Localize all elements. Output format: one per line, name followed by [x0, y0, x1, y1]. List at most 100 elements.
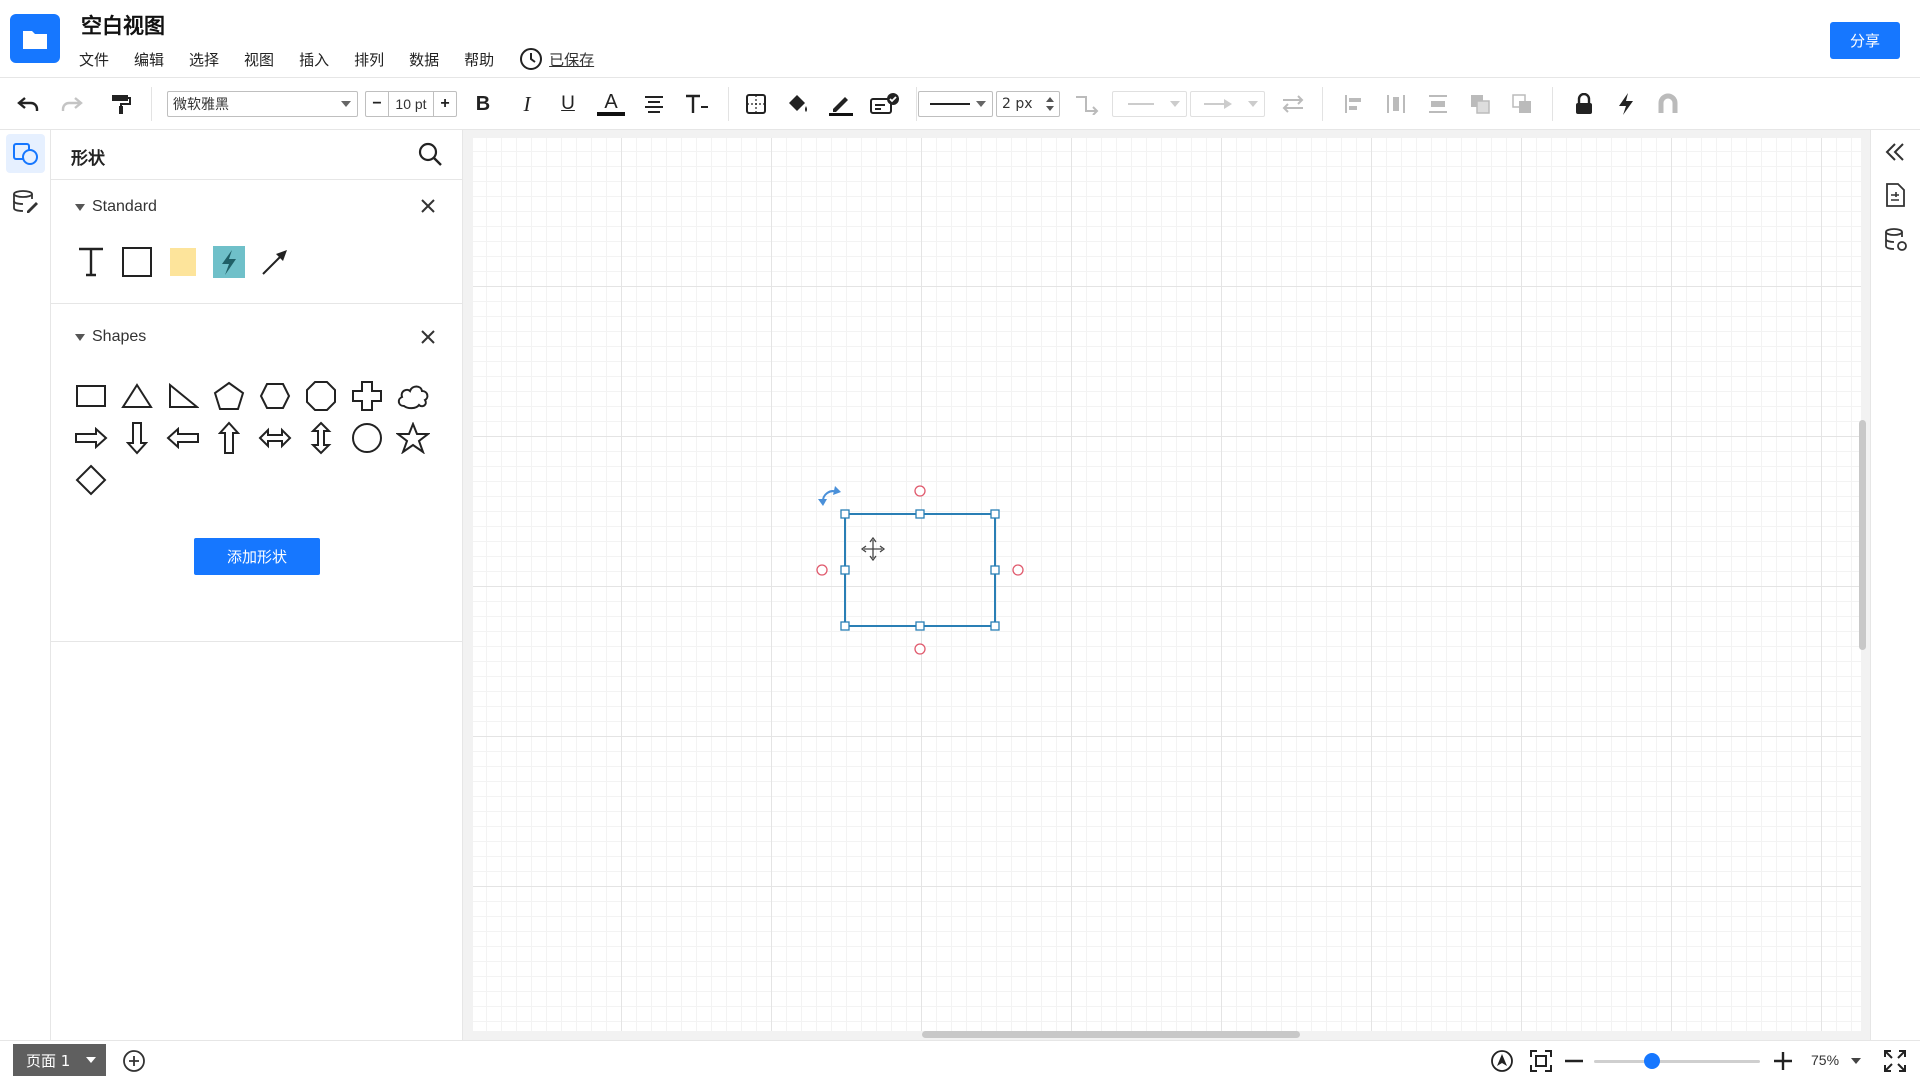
- undo-icon[interactable]: [14, 91, 42, 117]
- vertical-scrollbar[interactable]: [1859, 420, 1866, 650]
- up-arrow-icon[interactable]: [211, 420, 247, 456]
- distribute-vertical-icon[interactable]: [1424, 91, 1452, 117]
- font-size-value[interactable]: 10 pt: [388, 92, 434, 116]
- canvas-area[interactable]: [463, 130, 1870, 1040]
- text-icon[interactable]: [73, 244, 109, 280]
- cloud-icon[interactable]: [395, 378, 431, 414]
- right-triangle-icon[interactable]: [165, 378, 201, 414]
- line-style-select[interactable]: [918, 91, 993, 117]
- bold-button[interactable]: B: [470, 91, 496, 117]
- section-header-shapes[interactable]: Shapes: [75, 328, 146, 346]
- zoom-slider[interactable]: [1594, 1060, 1760, 1063]
- menu-help[interactable]: 帮助: [464, 49, 494, 70]
- saved-status[interactable]: 已保存: [519, 47, 594, 71]
- lock-icon[interactable]: [1570, 91, 1598, 117]
- rectangle-icon[interactable]: [73, 378, 109, 414]
- arrow-line-icon[interactable]: [257, 244, 293, 280]
- horizontal-scrollbar[interactable]: [922, 1031, 1300, 1038]
- bring-to-front-icon[interactable]: [1466, 91, 1494, 117]
- zoom-slider-handle[interactable]: [1644, 1053, 1661, 1069]
- add-shape-button[interactable]: 添加形状: [194, 538, 320, 575]
- menu-data[interactable]: 数据: [409, 49, 439, 70]
- line-color-icon[interactable]: [826, 91, 856, 117]
- search-icon[interactable]: [417, 141, 443, 167]
- font-color-button[interactable]: A: [596, 91, 626, 117]
- swap-direction-icon[interactable]: [1278, 91, 1308, 117]
- connector-type-icon[interactable]: [1072, 91, 1102, 117]
- line-width-select[interactable]: 2 px: [996, 91, 1060, 117]
- page-settings-icon[interactable]: [1884, 182, 1906, 208]
- down-arrow-icon[interactable]: [119, 420, 155, 456]
- distribute-horizontal-icon[interactable]: [1382, 91, 1410, 117]
- lightning-icon[interactable]: [1612, 91, 1640, 117]
- chevron-down-icon[interactable]: [86, 1057, 96, 1063]
- fill-color-icon[interactable]: [784, 91, 812, 117]
- fullscreen-icon[interactable]: [1883, 1049, 1907, 1073]
- format-painter-icon[interactable]: [106, 91, 134, 117]
- menu-arrange[interactable]: 排列: [354, 49, 384, 70]
- document-title[interactable]: 空白视图: [81, 10, 165, 40]
- menu-edit[interactable]: 编辑: [134, 49, 164, 70]
- font-family-select[interactable]: 微软雅黑: [167, 91, 358, 117]
- line-start-select[interactable]: [1112, 91, 1187, 117]
- align-left-icon[interactable]: [1340, 91, 1368, 117]
- octagon-icon[interactable]: [303, 378, 339, 414]
- navigator-icon[interactable]: [1490, 1049, 1514, 1073]
- page-tab[interactable]: 页面 1: [13, 1044, 106, 1076]
- share-button[interactable]: 分享: [1830, 22, 1900, 59]
- rotate-handle-icon[interactable]: [818, 486, 841, 506]
- fit-to-screen-icon[interactable]: [1529, 1049, 1553, 1073]
- section-header-standard[interactable]: Standard: [75, 198, 157, 216]
- underline-button[interactable]: U: [555, 91, 581, 117]
- left-arrow-icon[interactable]: [165, 420, 201, 456]
- collapse-panel-icon[interactable]: [1883, 140, 1907, 164]
- selected-rectangle[interactable]: [844, 513, 996, 627]
- send-to-back-icon[interactable]: [1508, 91, 1536, 117]
- folder-icon[interactable]: [10, 14, 60, 63]
- font-size-stepper[interactable]: − 10 pt +: [365, 91, 457, 117]
- data-panel-toggle[interactable]: [6, 182, 45, 221]
- star-icon[interactable]: [395, 420, 431, 456]
- hexagon-icon[interactable]: [257, 378, 293, 414]
- data-settings-icon[interactable]: [1883, 227, 1909, 253]
- font-size-increase-button[interactable]: +: [434, 92, 456, 116]
- cross-icon[interactable]: [349, 378, 385, 414]
- close-icon[interactable]: [419, 197, 437, 215]
- chevron-down-icon[interactable]: [1851, 1058, 1861, 1064]
- canvas-page[interactable]: [473, 138, 1861, 1031]
- text-options-icon[interactable]: [682, 91, 712, 117]
- add-page-icon[interactable]: [122, 1049, 146, 1073]
- lightning-icon[interactable]: [211, 244, 247, 280]
- shapes-panel-toggle[interactable]: [6, 134, 45, 173]
- menu-file[interactable]: 文件: [79, 49, 109, 70]
- zoom-level[interactable]: 75%: [1811, 1052, 1839, 1068]
- collapse-triangle-icon: [75, 333, 85, 341]
- zoom-out-icon[interactable]: [1562, 1049, 1586, 1073]
- line-width-value: 2 px: [1002, 96, 1033, 112]
- up-down-arrow-icon[interactable]: [303, 420, 339, 456]
- circle-icon[interactable]: [349, 420, 385, 456]
- right-arrow-icon[interactable]: [73, 420, 109, 456]
- resize-handles[interactable]: [840, 509, 1000, 631]
- selected-rectangle-group[interactable]: [811, 480, 1031, 670]
- left-right-arrow-icon[interactable]: [257, 420, 293, 456]
- style-check-icon[interactable]: [868, 91, 902, 117]
- section-label: Shapes: [92, 328, 147, 345]
- sticky-note-icon[interactable]: [165, 244, 201, 280]
- triangle-icon[interactable]: [119, 378, 155, 414]
- pentagon-icon[interactable]: [211, 378, 247, 414]
- font-size-decrease-button[interactable]: −: [366, 92, 388, 116]
- menu-view[interactable]: 视图: [244, 49, 274, 70]
- text-align-icon[interactable]: [640, 91, 668, 117]
- menu-insert[interactable]: 插入: [299, 49, 329, 70]
- close-icon[interactable]: [419, 328, 437, 346]
- line-end-select[interactable]: [1190, 91, 1265, 117]
- italic-button[interactable]: I: [514, 91, 540, 117]
- menu-select[interactable]: 选择: [189, 49, 219, 70]
- diamond-icon[interactable]: [73, 462, 109, 498]
- magnet-icon[interactable]: [1654, 91, 1682, 117]
- border-style-icon[interactable]: [742, 91, 770, 117]
- rectangle-icon[interactable]: [119, 244, 155, 280]
- redo-icon[interactable]: [58, 91, 86, 117]
- zoom-in-icon[interactable]: [1771, 1049, 1795, 1073]
